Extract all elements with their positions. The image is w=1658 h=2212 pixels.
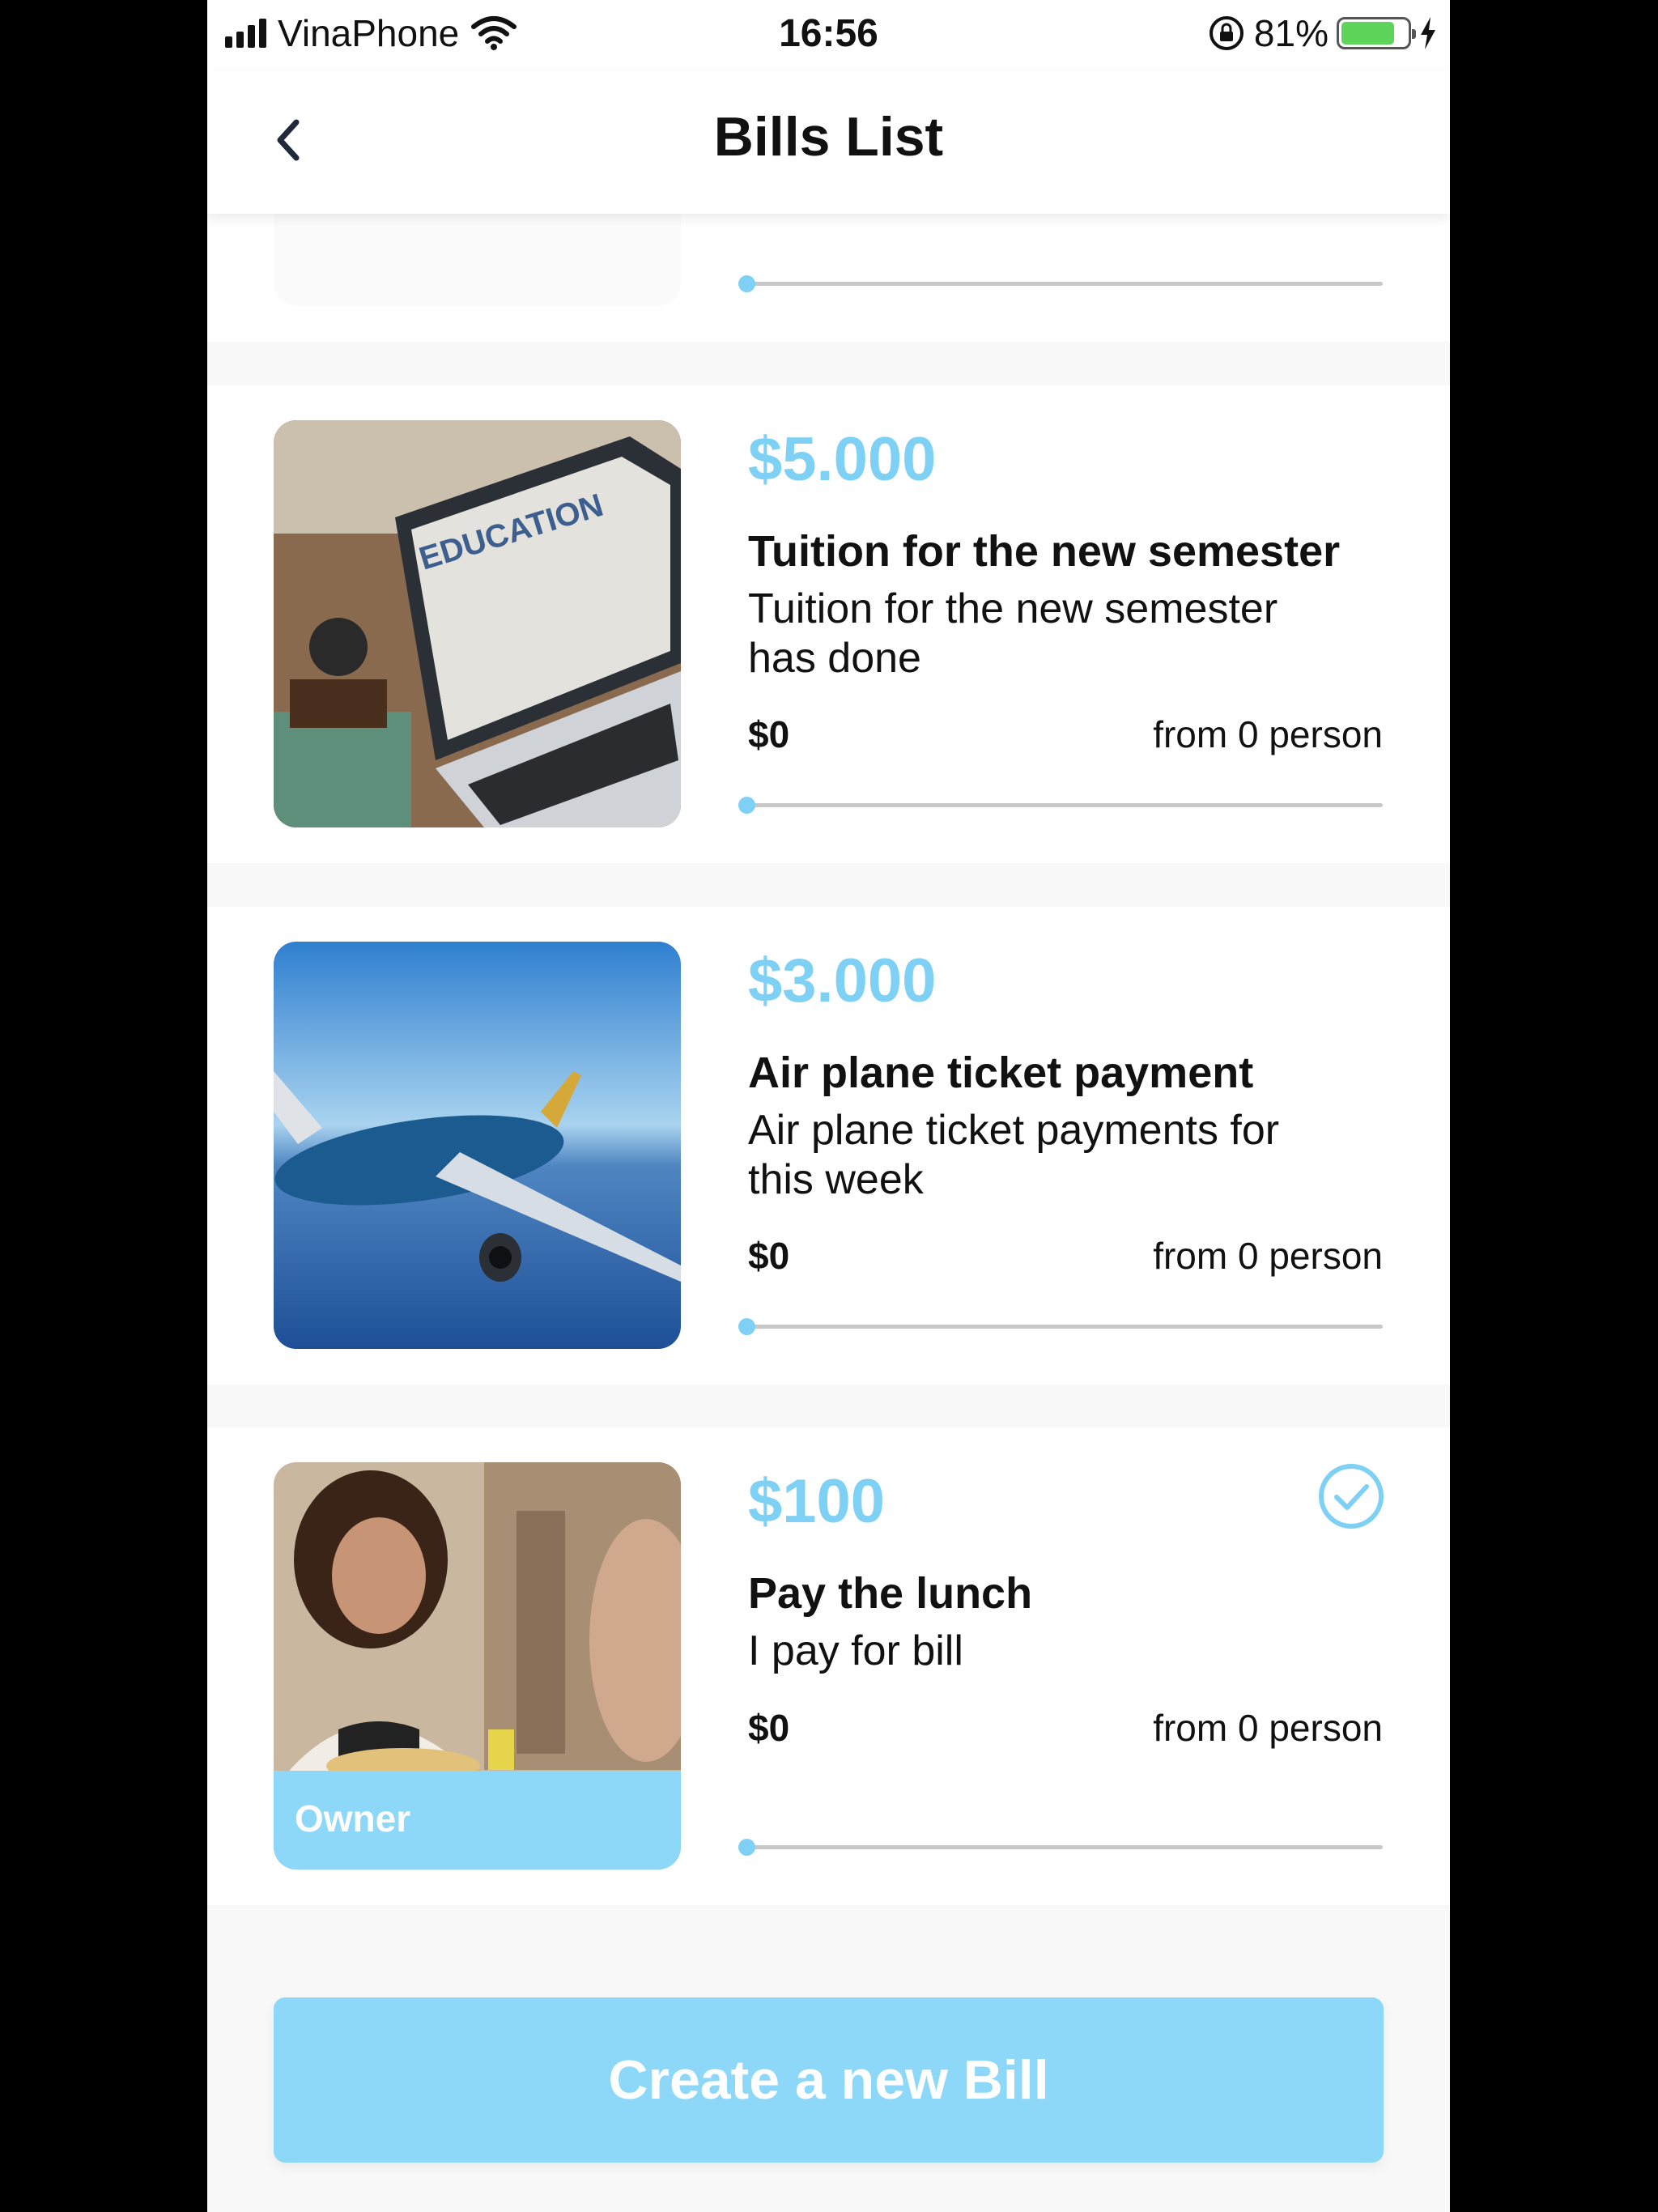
progress-knob[interactable]	[738, 1839, 755, 1856]
progress-knob	[738, 275, 755, 292]
bill-amount: $100	[748, 1467, 886, 1536]
laptop-photo: EDUCATION	[274, 420, 681, 827]
bill-amount: $5.000	[748, 425, 937, 494]
charging-icon	[1421, 17, 1435, 49]
battery-icon	[1337, 17, 1416, 49]
status-bar: VinaPhone 16:56 81%	[207, 0, 1450, 71]
bill-contributors: from 0 person	[1153, 1235, 1383, 1277]
progress-knob[interactable]	[738, 1318, 755, 1335]
owner-badge-label: Owner	[295, 1797, 411, 1840]
navigation-bar: Bills List	[207, 71, 1450, 214]
owner-badge: Owner	[274, 1771, 681, 1870]
progress-knob[interactable]	[738, 797, 755, 814]
bill-amount: $3.000	[748, 946, 937, 1015]
progress-track	[738, 797, 1383, 814]
bill-image-airplane	[274, 942, 681, 1349]
progress-track	[738, 275, 1383, 292]
bill-description: I pay for bill	[748, 1627, 963, 1674]
bill-paid-amount: $0	[748, 713, 790, 755]
progress-track	[738, 1839, 1383, 1856]
bill-contributors: from 0 person	[1153, 1707, 1383, 1749]
bill-title: Air plane ticket payment	[748, 1049, 1254, 1097]
check-circle-icon[interactable]	[1317, 1462, 1385, 1530]
bill-card[interactable]: Owner $100 Pay the lunch I pay for bill …	[207, 1427, 1450, 1905]
phone-screen: VinaPhone 16:56 81% Bills List EDUCATION…	[207, 0, 1450, 2212]
create-bill-button[interactable]: Create a new Bill	[274, 1997, 1384, 2163]
bill-card-partial[interactable]	[207, 214, 1450, 342]
bill-card[interactable]: EDUCATION $5.000 Tuition for the new sem…	[207, 385, 1450, 863]
bill-paid-amount: $0	[748, 1235, 790, 1277]
bill-thumbnail	[274, 214, 681, 306]
bill-description: Air plane ticket payments for this week	[748, 1107, 1280, 1203]
bill-title: Tuition for the new semester	[748, 527, 1341, 576]
progress-track	[738, 1318, 1383, 1335]
bill-paid-amount: $0	[748, 1707, 790, 1749]
battery-percent: 81%	[1253, 12, 1329, 54]
airplane-photo	[274, 942, 681, 1349]
bill-contributors: from 0 person	[1153, 713, 1383, 755]
bill-title: Pay the lunch	[748, 1569, 1033, 1618]
bill-image-lunch: Owner	[274, 1462, 681, 1870]
orientation-lock-icon	[1209, 16, 1244, 50]
bill-card[interactable]: $3.000 Air plane ticket payment Air plan…	[207, 907, 1450, 1385]
bill-image-education: EDUCATION	[274, 420, 681, 827]
page-title: Bills List	[713, 106, 944, 168]
bill-description: Tuition for the new semester has done	[748, 585, 1278, 682]
